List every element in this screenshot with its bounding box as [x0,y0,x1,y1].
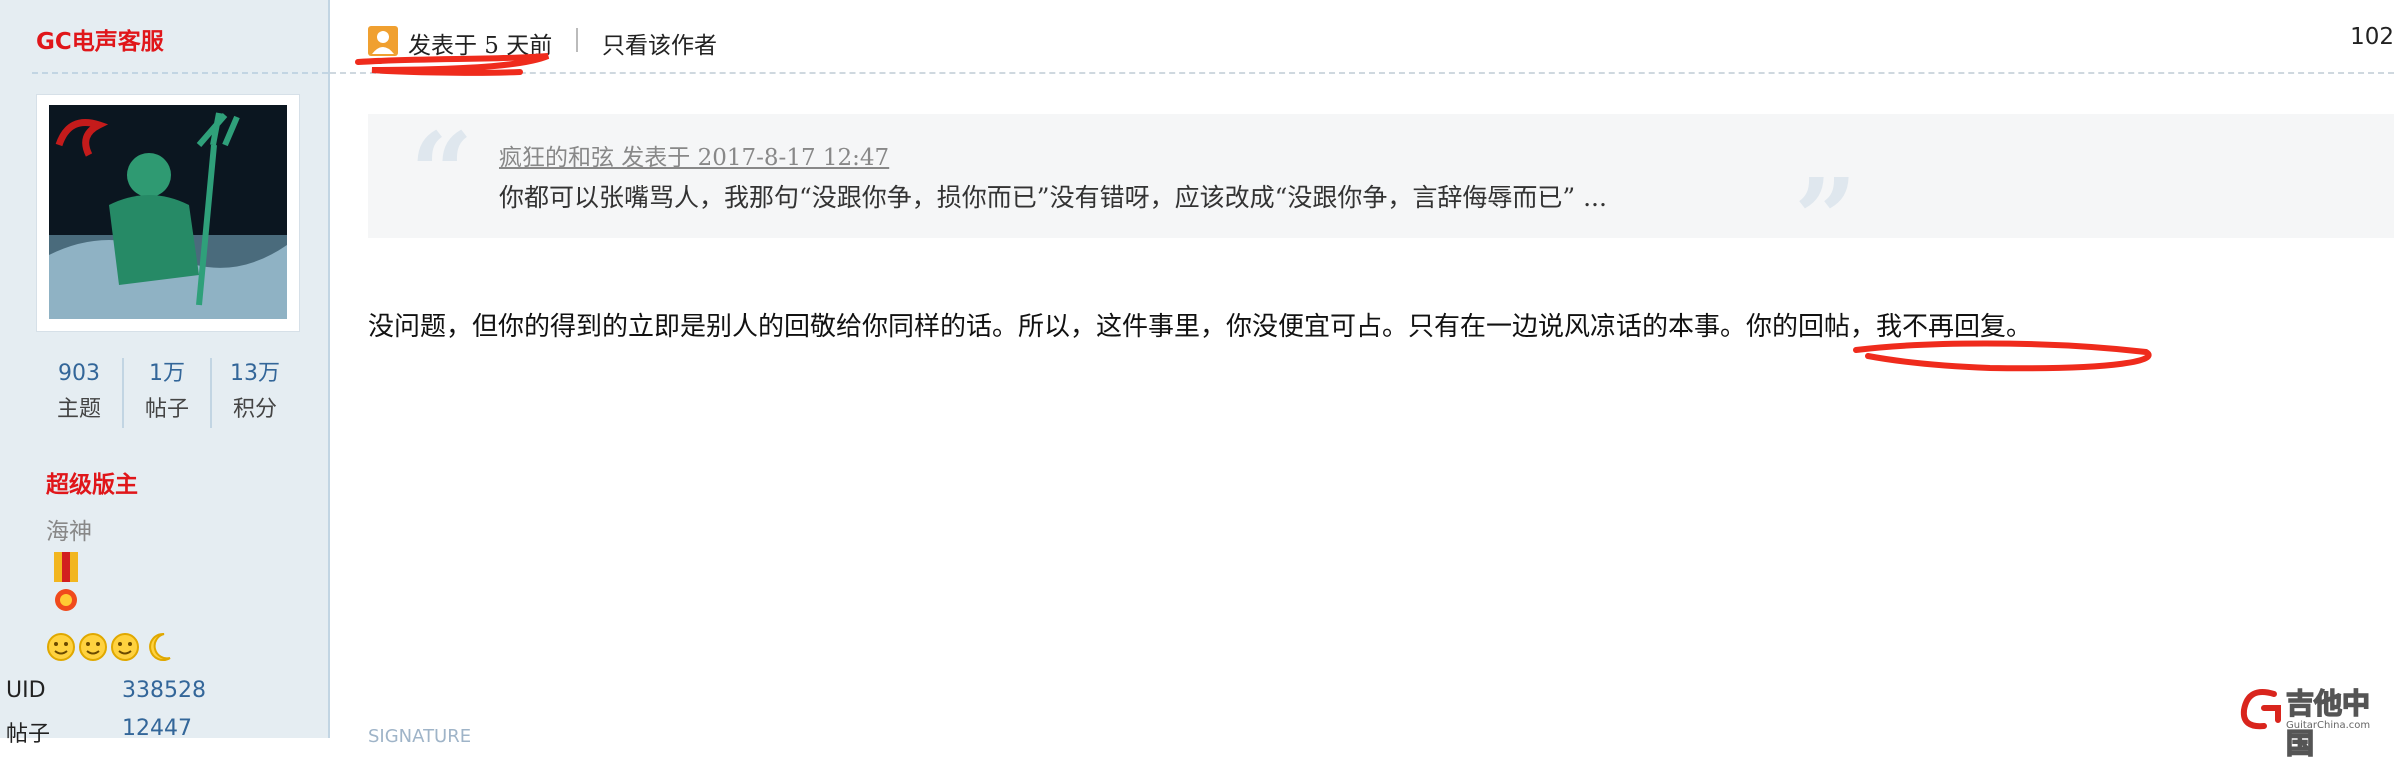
user-group[interactable]: 超级版主 [46,465,138,499]
markup-underline-reply [1853,340,2152,372]
sidebar-divider [32,72,328,74]
floor-number[interactable]: 102 [2350,24,2394,50]
header-divider [576,28,578,52]
stat-posts[interactable]: 1万 帖子 [124,356,210,428]
user-icon [368,26,398,56]
posts-value[interactable]: 12447 [122,716,192,741]
quote-source-link[interactable]: 疯狂的和弦 发表于 2017-8-17 12:47 [499,138,889,172]
quote-text: 你都可以张嘴骂人，我那句“没跟你争，损你而已”没有错呀，应该改成“没跟你争，言辞… [499,183,1607,212]
author-only-link[interactable]: 只看该作者 [602,26,717,60]
signature-label: SIGNATURE [368,726,472,747]
stat-threads-label: 主题 [56,397,101,422]
stat-credits[interactable]: 13万 积分 [212,356,298,428]
rank-icons [47,632,171,661]
rank-face-icon [79,633,107,661]
uid-value[interactable]: 338528 [122,678,206,703]
custom-title: 海神 [46,519,92,545]
stat-threads-value: 903 [58,361,100,386]
posts-label: 帖子 [6,722,51,747]
username-link[interactable]: GC电声客服 [36,22,164,56]
avatar-image [49,105,287,319]
medal-icon [54,552,78,611]
posted-time: 发表于 5 天前 [408,33,553,59]
rank-face-icon [111,633,139,661]
site-watermark: 吉他中国 GuitarChina.com [2238,682,2394,761]
moon-icon [149,632,171,661]
stat-credits-value: 13万 [230,361,280,386]
site-logo-icon [2240,689,2281,730]
red-markup-strokes [355,53,2152,372]
quote-block: “ ” 疯狂的和弦 发表于 2017-8-17 12:47 你都可以张嘴骂人，我… [368,108,2394,274]
post-header: 发表于 5 天前 只看该作者 102 [330,0,2394,74]
stat-threads[interactable]: 903 主题 [36,356,122,428]
stat-posts-value: 1万 [149,361,185,386]
avatar[interactable] [36,94,300,332]
stat-posts-label: 帖子 [144,397,189,422]
uid-label: UID [6,678,46,703]
stat-credits-label: 积分 [232,397,277,422]
rank-face-icon [47,633,75,661]
quote-open-icon: “ [410,108,474,237]
reply-text: 没问题，但你的得到的立即是别人的回敬给你同样的话。所以，这件事里，你没便宜可占。… [368,312,2033,342]
quote-close-icon: ” [1794,154,1858,283]
user-stats: 903 主题 1万 帖子 13万 积分 [36,356,298,436]
user-sidebar: GC电声客服 903 主题 1万 帖子 13万 积分 超级版主 海神 UID 3… [0,0,330,747]
watermark-subtext: GuitarChina.com [2286,720,2371,731]
